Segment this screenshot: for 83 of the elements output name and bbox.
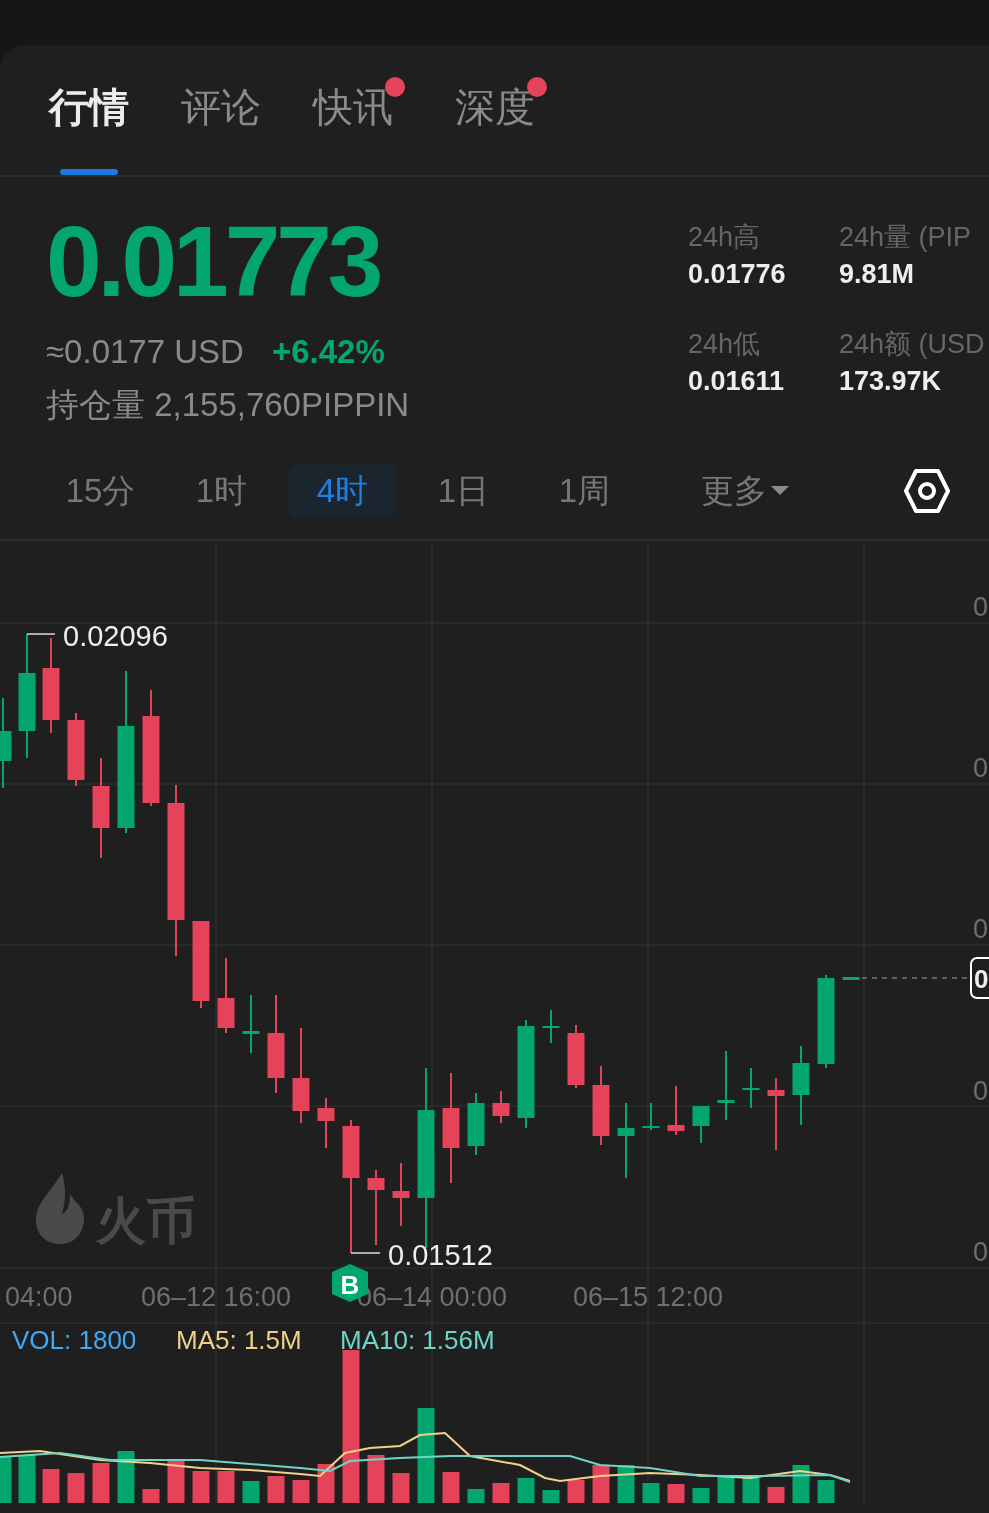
- candle: [642, 1102, 660, 1131]
- indicator-legend: MA10: 1.56M: [340, 1325, 495, 1355]
- volume-bar: [92, 1463, 110, 1503]
- candle: [317, 1097, 335, 1149]
- volume-bar: [492, 1483, 510, 1503]
- volume-bar: [117, 1451, 135, 1503]
- candle: [392, 1162, 410, 1227]
- interval-tab[interactable]: 1时: [168, 465, 275, 517]
- axis-label: 0: [973, 1076, 989, 1106]
- volume-bar: [367, 1455, 385, 1503]
- volume-bar: [42, 1469, 60, 1503]
- candle: [717, 1050, 735, 1121]
- candle: [692, 1105, 710, 1144]
- axis-label: 0: [973, 753, 989, 783]
- volume-bar: [717, 1476, 735, 1503]
- stat-label: 24h高: [688, 221, 762, 254]
- volume-bar: [192, 1471, 210, 1503]
- stat-value: 0.01776: [688, 259, 787, 290]
- interval-tab[interactable]: 1周: [531, 465, 638, 517]
- volume-bar: [667, 1484, 685, 1503]
- interval-tab[interactable]: 4时: [289, 465, 396, 517]
- stat-value: 0.01611: [688, 366, 786, 397]
- usd-price: ≈0.0177 USD: [46, 333, 244, 371]
- tab[interactable]: 快讯: [313, 45, 405, 175]
- volume-bar: [167, 1461, 185, 1503]
- interval-tab[interactable]: 15分: [47, 465, 154, 517]
- candle: [242, 994, 260, 1054]
- volume-bar: [542, 1490, 560, 1503]
- volume-bar: [392, 1473, 410, 1503]
- tab[interactable]: 行情: [49, 45, 129, 175]
- watermark-logo-icon: [36, 1173, 84, 1244]
- tab[interactable]: 评论: [181, 45, 273, 175]
- volume-bar: [592, 1465, 610, 1503]
- candle: [667, 1085, 685, 1136]
- axis-label: 0: [973, 914, 989, 944]
- tab[interactable]: 深度: [455, 45, 547, 175]
- volume-bar: [767, 1487, 785, 1503]
- stat-value: 173.97K: [839, 366, 943, 397]
- volume-bar: [217, 1471, 235, 1503]
- volume-bar: [67, 1473, 85, 1503]
- candle: [742, 1067, 760, 1109]
- volume-bar: [692, 1488, 710, 1503]
- low-price-label: 0.01512: [388, 1239, 493, 1271]
- stat-label: 24h低: [688, 328, 762, 361]
- volume-bar: [642, 1483, 660, 1503]
- high-price-label: 0.02096: [63, 620, 168, 652]
- more-menu[interactable]: 更多: [680, 465, 810, 517]
- volume-bar: [242, 1481, 260, 1503]
- candle: [467, 1092, 485, 1156]
- axis-label: 04:00: [5, 1282, 73, 1312]
- volume-bar: [442, 1472, 460, 1503]
- open-interest: 持仓量 2,155,760PIPPIN: [46, 385, 411, 425]
- volume-bar: [467, 1489, 485, 1503]
- candle: [842, 976, 860, 981]
- stat-label: 24h额 (USD: [839, 328, 986, 361]
- caret-icon: [771, 486, 789, 496]
- volume-bar: [142, 1489, 160, 1503]
- leader-line: [350, 1252, 381, 1254]
- settings-icon[interactable]: [904, 468, 950, 514]
- volume-bar: [267, 1476, 285, 1503]
- stat-value: 9.81M: [839, 259, 916, 290]
- volume-bar: [817, 1480, 835, 1503]
- stat-label: 24h量 (PIP: [839, 221, 973, 254]
- indicator-legend: MA5: 1.5M: [176, 1325, 302, 1355]
- volume-bar: [18, 1455, 36, 1503]
- axis-label: 0: [973, 1237, 989, 1267]
- volume-bar: [517, 1478, 535, 1503]
- axis-label: 06–12 16:00: [140, 1282, 292, 1312]
- candle: [492, 1090, 510, 1124]
- volume-bar: [292, 1480, 310, 1503]
- interval-tab[interactable]: 1日: [410, 465, 517, 517]
- candle: [542, 1009, 560, 1044]
- indicator-legend: VOL: 1800: [12, 1325, 137, 1355]
- axis-label: 0: [973, 592, 989, 622]
- leader-line: [26, 633, 56, 635]
- price-change: +6.42%: [271, 333, 385, 371]
- volume-bar: [567, 1480, 585, 1503]
- axis-label: 06–15 12:00: [572, 1282, 724, 1312]
- volume-bar: [0, 1456, 12, 1503]
- last-price: 0.01773: [46, 211, 381, 311]
- candle: [567, 1024, 585, 1089]
- current-price-tag: 0: [970, 957, 989, 999]
- volume-bar: [742, 1478, 760, 1503]
